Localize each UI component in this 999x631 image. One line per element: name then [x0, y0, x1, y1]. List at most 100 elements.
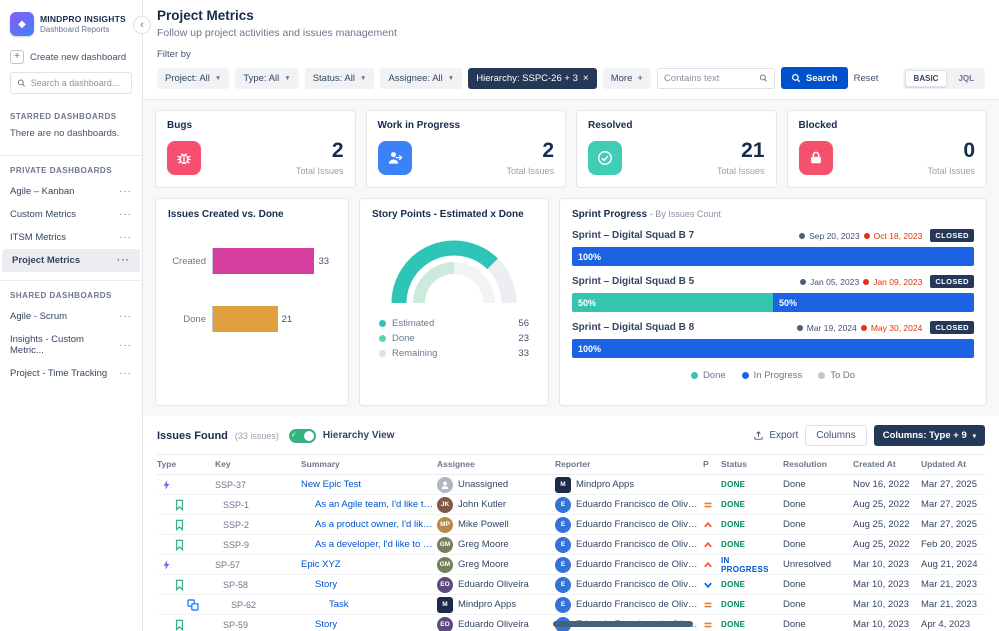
- create-dashboard-button[interactable]: + Create new dashboard: [0, 46, 142, 72]
- legend-dot: [690, 372, 698, 379]
- more-options-icon[interactable]: ···: [117, 255, 130, 266]
- assignee-name: Eduardo Oliveira: [458, 579, 529, 590]
- status-badge: IN PROGRESS: [721, 555, 769, 574]
- column-header[interactable]: Resolution: [783, 459, 853, 469]
- issue-summary-link[interactable]: As a developer, I'd like to up...: [315, 539, 433, 550]
- segment-label: 100%: [578, 343, 602, 354]
- more-options-icon[interactable]: ···: [119, 340, 132, 351]
- columns-button[interactable]: Columns: [805, 425, 867, 446]
- column-header[interactable]: Assignee: [437, 459, 555, 469]
- priority-medium-icon: [703, 620, 721, 630]
- table-row[interactable]: SP-58 Story EO Eduardo Oliveira E Eduardo …: [157, 575, 985, 595]
- page-header: Project Metrics Follow up project activi…: [143, 0, 999, 99]
- reporter-name: Eduardo Francisco de Oliveira: [576, 539, 699, 550]
- column-header[interactable]: Created At: [853, 459, 921, 469]
- more-options-icon[interactable]: ···: [119, 311, 132, 322]
- app-title: MINDPRO INSIGHTS: [40, 14, 126, 24]
- filter-dropdown[interactable]: Project: All ▼: [157, 67, 230, 89]
- basic-mode-button[interactable]: BASIC: [904, 69, 948, 87]
- stat-value: 21: [741, 139, 765, 162]
- column-header[interactable]: Type: [157, 459, 215, 469]
- more-options-icon[interactable]: ···: [119, 186, 132, 197]
- filter-dropdown[interactable]: Assignee: All ▼: [380, 67, 463, 89]
- table-row[interactable]: SP-62 Task M Mindpro Apps E Eduardo Franci…: [157, 595, 985, 615]
- issue-summary-link[interactable]: As an Agile team, I'd like to l...: [315, 499, 433, 510]
- issues-title: Issues Found: [157, 429, 228, 442]
- column-header[interactable]: P: [703, 459, 721, 469]
- sidebar-item[interactable]: ITSM Metrics ···: [0, 226, 142, 249]
- sidebar-item[interactable]: Agile - Scrum ···: [0, 305, 142, 328]
- contains-text-field[interactable]: [656, 67, 775, 89]
- sidebar-item[interactable]: Agile – Kanban ···: [0, 180, 142, 203]
- search-button[interactable]: Search: [780, 67, 848, 89]
- more-filters-button[interactable]: More +: [602, 67, 651, 89]
- export-button[interactable]: Export: [753, 430, 798, 441]
- filter-dropdown[interactable]: Status: All ▼: [304, 67, 375, 89]
- issue-summary-link[interactable]: Story: [315, 579, 337, 590]
- columns-dropdown[interactable]: Columns: Type + 9 ▾: [873, 425, 985, 446]
- reset-button[interactable]: Reset: [854, 73, 879, 84]
- contains-text-input[interactable]: [663, 72, 756, 84]
- resolution: Done: [783, 599, 806, 610]
- sprint-status-badge: CLOSED: [930, 321, 974, 334]
- issue-summary-link[interactable]: Story: [315, 619, 337, 630]
- hierarchy-view-toggle[interactable]: ✓: [288, 428, 316, 443]
- status-badge: DONE: [721, 480, 746, 489]
- search-icon: [791, 73, 801, 83]
- issue-summary-link[interactable]: Task: [329, 599, 349, 610]
- hierarchy-filter-chip[interactable]: Hierarchy: SSPC-26 + 3 ×: [468, 67, 597, 89]
- resolution: Done: [783, 499, 806, 510]
- chart-title: Issues Created vs. Done: [168, 209, 284, 220]
- chevron-down-icon: ▼: [284, 74, 291, 82]
- horizontal-scrollbar[interactable]: [553, 621, 693, 627]
- toggle-knob: [303, 430, 314, 441]
- hierarchy-filter-label: Hierarchy: SSPC-26 + 3: [476, 72, 578, 84]
- sidebar-sections: STARRED DASHBOARDS There are no dashboard…: [0, 102, 142, 389]
- issue-summary-link[interactable]: Epic XYZ: [301, 559, 341, 570]
- table-row[interactable]: SSP-2 As a product owner, I'd like t... …: [157, 515, 985, 535]
- charts-row: Issues Created vs. Done Created 33 Done …: [155, 198, 987, 406]
- table-row[interactable]: SSP-1 As an Agile team, I'd like to l...…: [157, 495, 985, 515]
- avatar: JK: [437, 496, 453, 513]
- dashboard-search[interactable]: [10, 72, 132, 94]
- sidebar-item[interactable]: Insights - Custom Metric... ···: [0, 328, 142, 362]
- column-header[interactable]: Updated At: [921, 459, 979, 469]
- dashboard-search-input[interactable]: [30, 78, 125, 88]
- table-row[interactable]: SP-57 Epic XYZ GM Greg Moore E Eduardo Fra…: [157, 555, 985, 575]
- avatar: E: [555, 596, 571, 613]
- sprint-progress-bar: 50% 50%: [572, 293, 974, 312]
- column-header[interactable]: Key: [215, 459, 301, 469]
- updated-at: Mar 21, 2023: [921, 599, 977, 610]
- table-row[interactable]: SSP-9 As a developer, I'd like to up... …: [157, 535, 985, 555]
- table-row[interactable]: SSP-37 New Epic Test Unassigned M Mindpro…: [157, 475, 985, 495]
- column-header[interactable]: Reporter: [555, 459, 703, 469]
- more-options-icon[interactable]: ···: [119, 232, 132, 243]
- issue-summary-link[interactable]: As a product owner, I'd like t...: [315, 519, 433, 530]
- reporter-name: Eduardo Francisco de Oliveira: [576, 579, 699, 590]
- filter-dropdowns: Project: All ▼ Type: All ▼ Status: All ▼…: [157, 67, 463, 89]
- column-header[interactable]: Summary: [301, 459, 437, 469]
- bar-track: 33: [212, 248, 336, 274]
- close-icon[interactable]: ×: [583, 73, 589, 84]
- sidebar-item[interactable]: Project - Time Tracking ···: [0, 362, 142, 385]
- sidebar-collapse-button[interactable]: ‹: [133, 16, 151, 34]
- status-badge: DONE: [721, 580, 746, 589]
- filter-dropdown-label: Assignee: All: [388, 72, 443, 84]
- sprint-bar-segment: 100%: [572, 247, 974, 266]
- stat-caption: Total Issues: [295, 166, 344, 176]
- column-header[interactable]: Status: [721, 459, 783, 469]
- avatar: M: [555, 476, 571, 493]
- more-options-icon[interactable]: ···: [119, 368, 132, 379]
- sidebar-section: SHARED DASHBOARDS Agile - Scrum ··· Insi…: [0, 280, 142, 389]
- page-title: Project Metrics: [157, 8, 254, 23]
- sidebar-item[interactable]: Custom Metrics ···: [0, 203, 142, 226]
- sidebar-item-label: Project Metrics: [12, 255, 81, 266]
- progress-icon: [377, 141, 412, 175]
- sidebar-item[interactable]: Project Metrics ···: [2, 249, 140, 272]
- issue-key: SSP-1: [223, 499, 250, 510]
- issue-summary-link[interactable]: New Epic Test: [301, 479, 361, 490]
- jql-mode-button[interactable]: JQL: [949, 70, 983, 87]
- more-options-icon[interactable]: ···: [119, 209, 132, 220]
- legend-label: Done: [392, 333, 415, 344]
- filter-dropdown[interactable]: Type: All ▼: [235, 67, 299, 89]
